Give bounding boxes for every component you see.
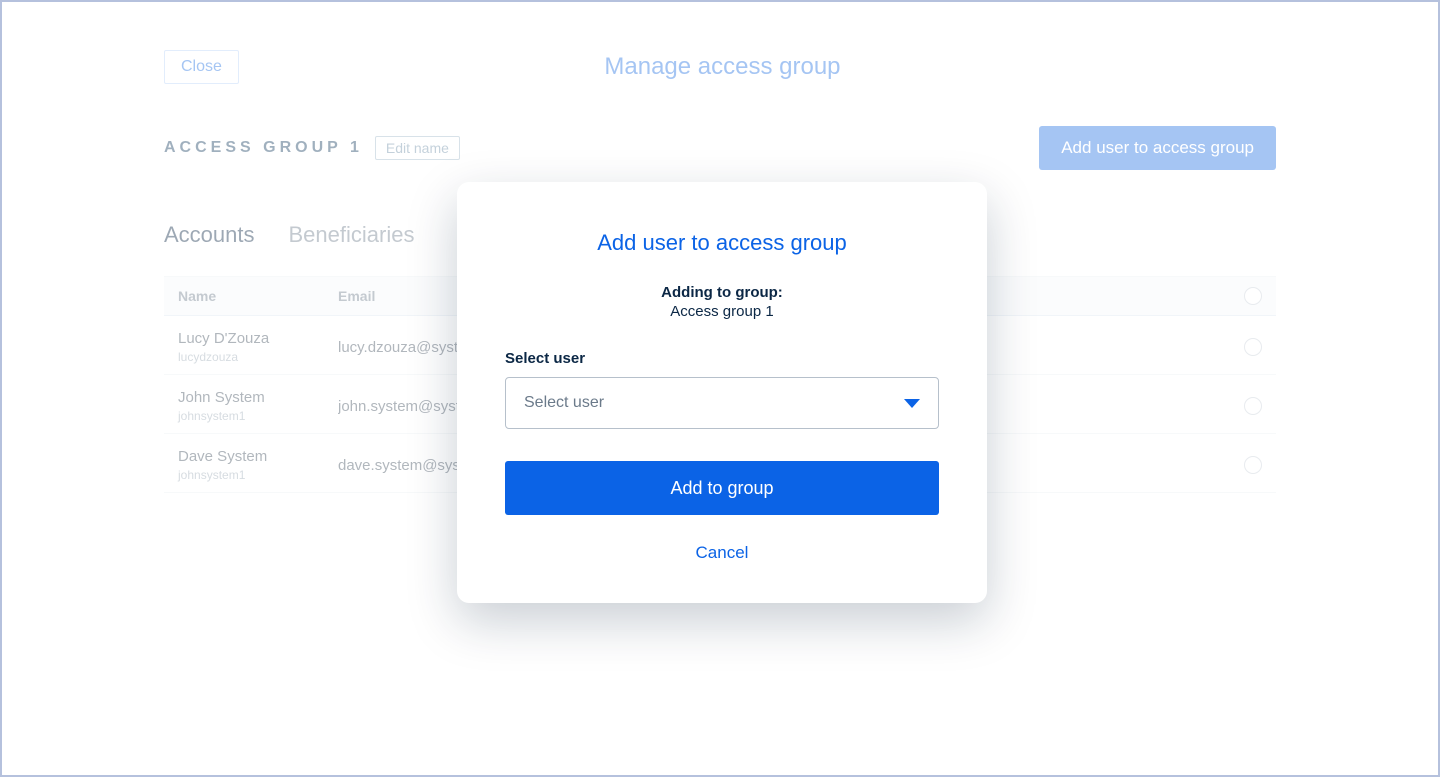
add-to-group-button[interactable]: Add to group bbox=[505, 461, 939, 515]
row-radio[interactable] bbox=[1244, 397, 1262, 415]
edit-name-button[interactable]: Edit name bbox=[375, 136, 460, 160]
row-username: johnsystem1 bbox=[178, 409, 338, 423]
add-user-button[interactable]: Add user to access group bbox=[1039, 126, 1276, 170]
row-name: Lucy D'Zouza bbox=[178, 330, 338, 347]
row-username: lucydzouza bbox=[178, 350, 338, 364]
tab-beneficiaries[interactable]: Beneficiaries bbox=[289, 222, 415, 248]
select-user-label: Select user bbox=[505, 350, 939, 367]
row-name: John System bbox=[178, 389, 338, 406]
tab-accounts[interactable]: Accounts bbox=[164, 222, 255, 248]
row-radio[interactable] bbox=[1244, 338, 1262, 356]
adding-to-value: Access group 1 bbox=[505, 303, 939, 320]
chevron-down-icon bbox=[904, 399, 920, 408]
column-name: Name bbox=[178, 288, 338, 304]
page-title: Manage access group bbox=[169, 53, 1276, 81]
row-radio[interactable] bbox=[1244, 456, 1262, 474]
select-user-dropdown[interactable]: Select user bbox=[505, 377, 939, 429]
access-group-name: ACCESS GROUP 1 bbox=[164, 139, 363, 157]
cancel-button[interactable]: Cancel bbox=[505, 543, 939, 563]
adding-to-label: Adding to group: bbox=[505, 284, 939, 301]
modal-title: Add user to access group bbox=[505, 230, 939, 256]
select-placeholder: Select user bbox=[524, 394, 604, 412]
select-all-radio[interactable] bbox=[1244, 287, 1262, 305]
add-user-modal: Add user to access group Adding to group… bbox=[457, 182, 987, 603]
row-username: johnsystem1 bbox=[178, 468, 338, 482]
row-name: Dave System bbox=[178, 448, 338, 465]
